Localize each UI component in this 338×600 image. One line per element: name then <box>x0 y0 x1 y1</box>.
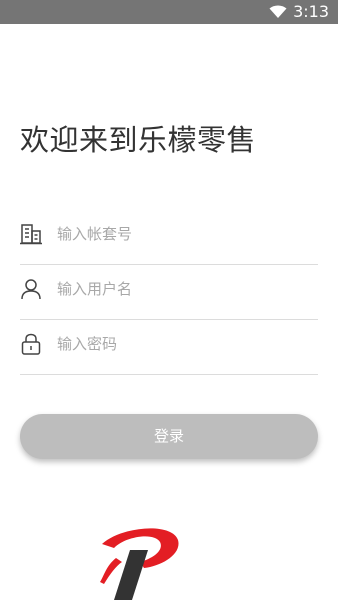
lock-icon <box>21 333 41 355</box>
lemon-logo <box>100 528 179 600</box>
page-title: 欢迎来到乐檬零售 <box>20 123 257 157</box>
wifi-icon <box>269 5 287 18</box>
status-bar: 3:13 <box>0 0 338 24</box>
username-field[interactable]: 输入用户名 <box>20 265 318 320</box>
status-time: 3:13 <box>293 2 329 21</box>
building-icon <box>20 224 42 245</box>
username-placeholder: 输入用户名 <box>57 280 133 298</box>
login-button[interactable]: 登录 <box>20 414 318 459</box>
account-set-placeholder: 输入帐套号 <box>57 225 133 243</box>
user-icon <box>21 279 41 300</box>
password-field[interactable]: 输入密码 <box>20 320 318 375</box>
password-placeholder: 输入密码 <box>57 335 118 353</box>
account-set-field[interactable]: 输入帐套号 <box>20 210 318 265</box>
